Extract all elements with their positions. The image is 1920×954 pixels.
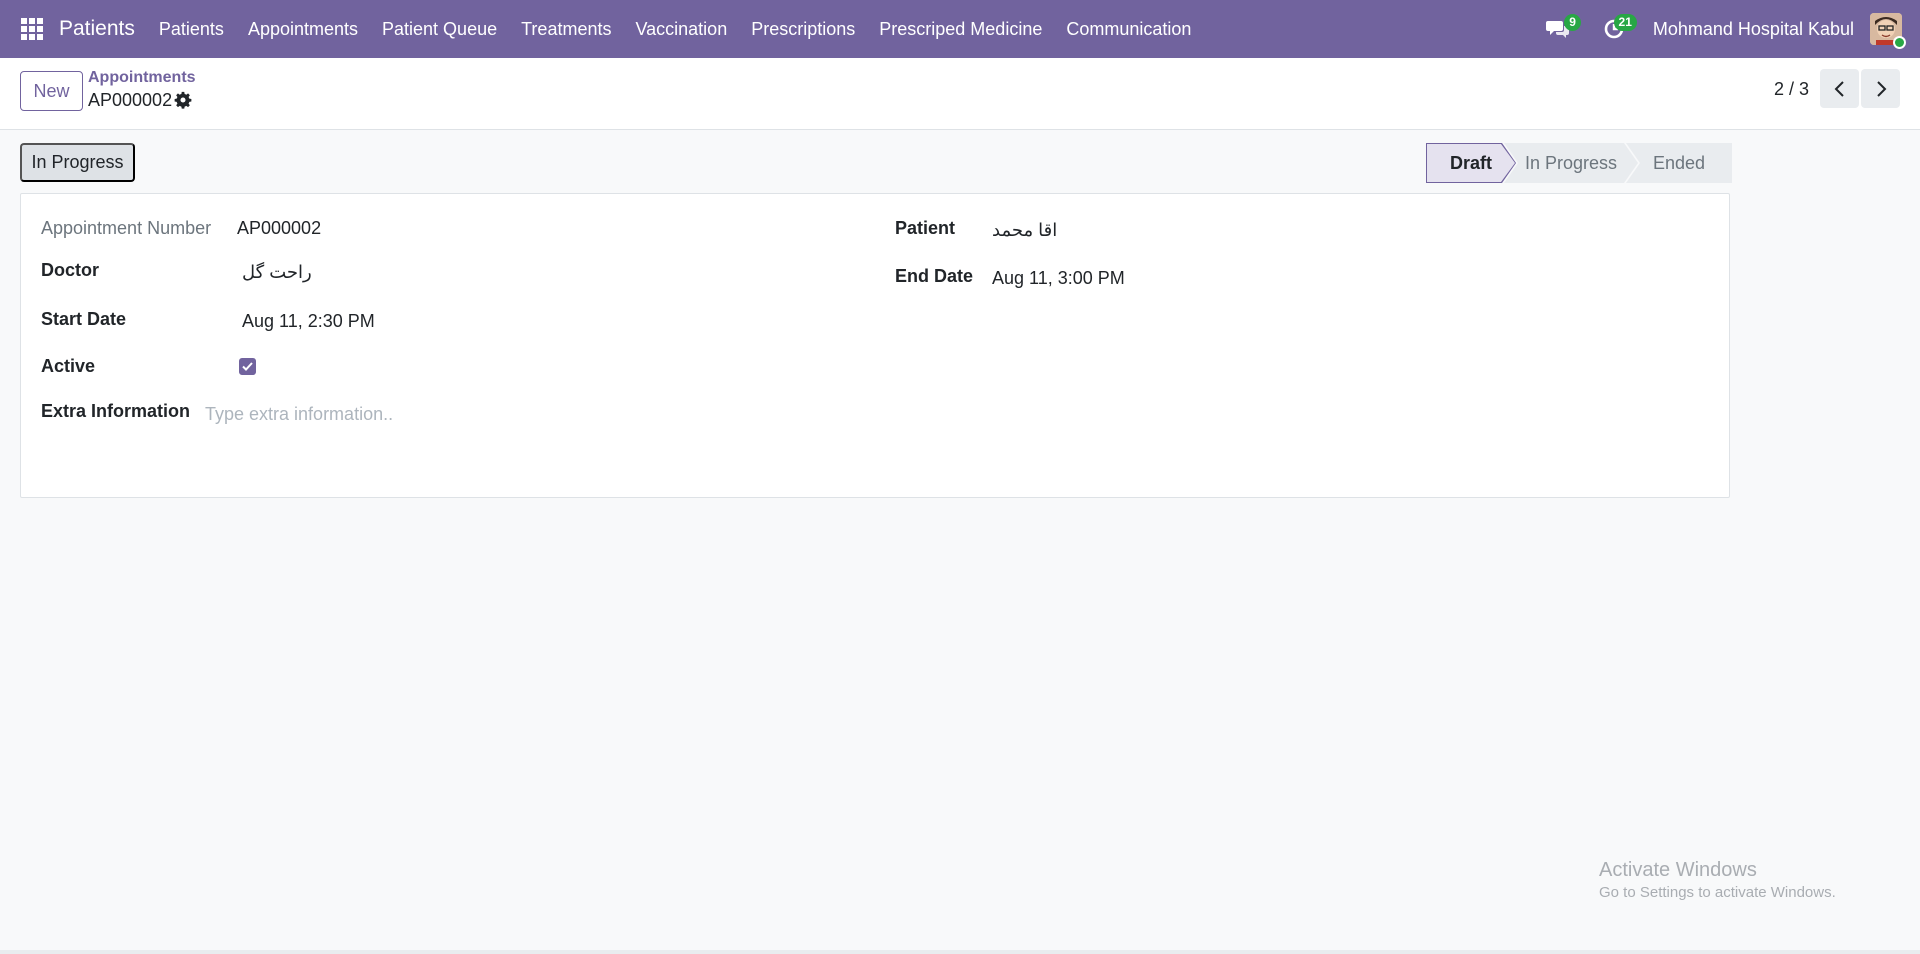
activities-button[interactable]: 21 — [1597, 14, 1637, 44]
new-button[interactable]: New — [20, 71, 83, 111]
breadcrumb-appointments[interactable]: Appointments — [88, 69, 196, 87]
control-panel: New Appointments AP000002 2 / 3 — [0, 58, 1920, 130]
pager-next-button[interactable] — [1861, 69, 1900, 108]
start-date-label: Start Date — [41, 309, 127, 329]
extra-information-label: Extra Information — [41, 401, 191, 421]
chevron-right-icon — [1876, 80, 1886, 97]
messages-count-badge: 9 — [1564, 14, 1581, 31]
menu-item-treatments[interactable]: Treatments — [509, 19, 623, 40]
online-status-icon — [1893, 36, 1906, 49]
stage-ended-label: Ended — [1652, 152, 1706, 173]
end-date-label: End Date — [895, 266, 974, 286]
doctor-field[interactable]: راحت گل — [242, 262, 312, 283]
menu-item-communication[interactable]: Communication — [1054, 19, 1203, 40]
breadcrumb-current-record: AP000002 — [88, 90, 173, 110]
navbar-systray: 9 21 Mohmand Hospital Kabul — [1541, 0, 1920, 58]
stage-draft-label: Draft — [1449, 152, 1492, 173]
patient-field[interactable]: اقا محمد — [992, 220, 1057, 241]
main-menu: Patients Appointments Patient Queue Trea… — [147, 19, 1204, 40]
end-date-field[interactable]: Aug 11, 3:00 PM — [992, 268, 1125, 289]
top-navbar: Patients Patients Appointments Patient Q… — [0, 0, 1920, 58]
chevron-left-icon — [1834, 80, 1844, 97]
check-icon — [242, 362, 253, 371]
windows-activation-title: Activate Windows — [1599, 859, 1757, 881]
start-date-field[interactable]: Aug 11, 2:30 PM — [242, 311, 375, 332]
active-label: Active — [41, 356, 96, 376]
doctor-label: Doctor — [41, 260, 99, 280]
appointment-number-value: AP000002 — [237, 218, 322, 238]
patient-label: Patient — [895, 218, 956, 238]
extra-information-input[interactable] — [205, 401, 805, 427]
pager-previous-button[interactable] — [1820, 69, 1859, 108]
menu-item-appointments[interactable]: Appointments — [236, 19, 370, 40]
activities-count-badge: 21 — [1613, 14, 1637, 31]
menu-item-prescriptions[interactable]: Prescriptions — [739, 19, 867, 40]
in-progress-action-button[interactable]: In Progress — [20, 143, 135, 182]
menu-item-patient-queue[interactable]: Patient Queue — [370, 19, 509, 40]
stage-in-progress-label: In Progress — [1524, 152, 1618, 173]
messages-button[interactable]: 9 — [1541, 14, 1581, 44]
menu-item-vaccination[interactable]: Vaccination — [623, 19, 739, 40]
stage-ended[interactable]: Ended — [1626, 143, 1732, 183]
stage-draft[interactable]: Draft — [1426, 143, 1516, 183]
menu-item-patients[interactable]: Patients — [147, 19, 236, 40]
app-brand[interactable]: Patients — [59, 17, 135, 41]
form-sheet: Appointment Number AP000002 Doctor راحت … — [20, 193, 1730, 498]
company-switcher[interactable]: Mohmand Hospital Kabul — [1653, 19, 1854, 40]
user-avatar[interactable] — [1870, 13, 1906, 49]
menu-item-prescriped-medicine[interactable]: Prescriped Medicine — [867, 19, 1054, 40]
bottom-divider — [0, 950, 1920, 954]
appointment-number-label: Appointment Number — [41, 218, 212, 238]
active-checkbox[interactable] — [239, 358, 256, 375]
stage-in-progress[interactable]: In Progress — [1504, 143, 1638, 183]
gear-icon[interactable] — [174, 91, 192, 109]
windows-activation-subtitle: Go to Settings to activate Windows. — [1599, 884, 1836, 901]
app-menu-icon[interactable] — [21, 18, 43, 40]
pager-value[interactable]: 2 / 3 — [1774, 79, 1809, 100]
status-stages: Draft In Progress Ended — [1426, 143, 1732, 183]
